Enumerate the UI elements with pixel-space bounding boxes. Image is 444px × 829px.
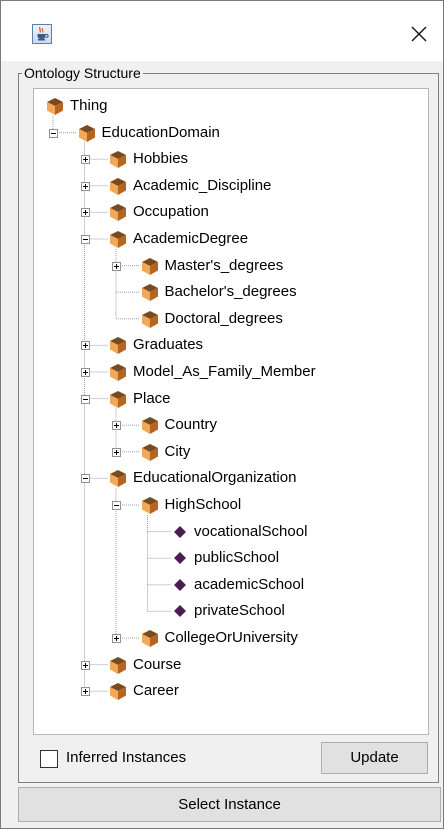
class-cube-icon: [108, 681, 128, 707]
tree-node-label: CollegeOrUniversity: [164, 629, 298, 646]
class-cube-icon: [140, 256, 160, 282]
tree-node-label: Hobbies: [133, 150, 189, 168]
ontology-structure-legend: Ontology Structure: [22, 65, 143, 81]
tree-node-label: Thing: [70, 97, 108, 114]
update-button[interactable]: Update: [321, 742, 428, 774]
inferred-instances-checkbox[interactable]: [40, 750, 58, 768]
class-cube-icon: [108, 176, 128, 202]
expand-icon[interactable]: [80, 660, 90, 670]
dialog-window: Ontology Structure Thing EducationDomain H…: [0, 0, 444, 829]
java-coffee-cup-icon: [32, 24, 52, 44]
class-cube-icon: [140, 495, 160, 521]
tree-node-label: HighSchool: [164, 496, 242, 513]
collapse-icon[interactable]: [112, 501, 121, 510]
instance-diamond-icon: [173, 525, 187, 545]
tree-node-label: Country: [164, 416, 218, 434]
class-cube-icon: [140, 628, 160, 654]
expand-icon[interactable]: [80, 368, 90, 377]
tree-node-label: Graduates: [133, 336, 204, 354]
collapse-icon[interactable]: [49, 128, 58, 138]
tree-node-label: Academic_Discipline: [133, 176, 272, 194]
class-cube-icon: [108, 362, 128, 388]
class-cube-icon: [108, 468, 128, 494]
tree-node-label: Bachelor's_degrees: [164, 283, 297, 301]
close-icon[interactable]: [406, 21, 432, 47]
instance-diamond-icon: [173, 551, 187, 571]
tree-node-label: privateSchool: [194, 602, 285, 620]
instance-diamond-icon: [173, 578, 187, 598]
expand-icon[interactable]: [112, 634, 121, 643]
tree-node-label: AcademicDegree: [133, 230, 249, 247]
tree-node-label: Course: [133, 655, 182, 673]
collapse-icon[interactable]: [80, 474, 90, 484]
title-bar: [1, 1, 443, 61]
tree-node-label: EducationalOrganization: [133, 469, 297, 487]
expand-icon[interactable]: [80, 155, 90, 165]
class-cube-icon: [108, 149, 128, 175]
tree-node-label: Doctoral_degrees: [164, 309, 283, 327]
tree-node-label: Model_As_Family_Member: [133, 363, 316, 380]
class-cube-icon: [45, 96, 65, 122]
class-cube-icon: [140, 415, 160, 441]
class-cube-icon: [108, 655, 128, 681]
class-cube-icon: [108, 202, 128, 228]
tree-node-label: Master's_degrees: [164, 256, 284, 274]
expand-icon[interactable]: [80, 341, 90, 351]
expand-icon[interactable]: [80, 687, 90, 697]
instance-diamond-icon: [173, 604, 187, 624]
tree-node-label: publicSchool: [194, 549, 280, 567]
class-cube-icon: [140, 282, 160, 308]
tree-node-label: academicSchool: [194, 575, 305, 593]
tree-node-label: Occupation: [133, 203, 209, 221]
class-cube-icon: [108, 229, 128, 255]
class-cube-icon: [140, 309, 160, 335]
tree-node-label: Place: [133, 389, 171, 407]
collapse-icon[interactable]: [80, 394, 90, 404]
tree-node-label: City: [164, 442, 191, 460]
ontology-tree[interactable]: Thing EducationDomain Hobbies Academic_Disc…: [33, 88, 429, 735]
class-cube-icon: [140, 442, 160, 468]
class-cube-icon: [77, 123, 97, 149]
tree-node-label: Career: [133, 682, 179, 700]
select-instance-button[interactable]: Select Instance: [18, 787, 441, 822]
expand-icon[interactable]: [112, 447, 121, 457]
expand-icon[interactable]: [112, 421, 121, 431]
class-cube-icon: [108, 389, 128, 415]
expand-icon[interactable]: [80, 208, 90, 218]
collapse-icon[interactable]: [80, 235, 90, 244]
class-cube-icon: [108, 335, 128, 361]
expand-icon[interactable]: [80, 181, 90, 191]
tree-node-label: EducationDomain: [101, 123, 220, 141]
tree-node-label: vocationalSchool: [194, 522, 308, 540]
expand-icon[interactable]: [112, 261, 121, 271]
inferred-instances-label: Inferred Instances: [66, 749, 187, 766]
